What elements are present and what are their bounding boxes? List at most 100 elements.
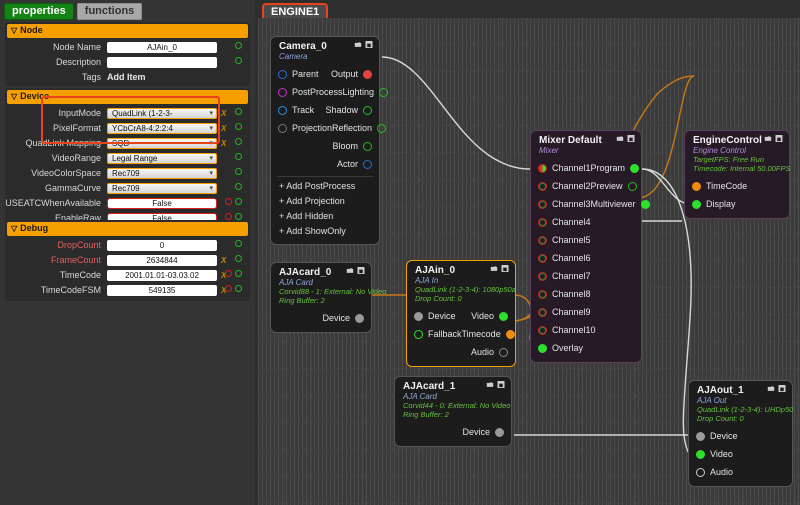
output-port-audio[interactable]: Audio	[471, 347, 508, 357]
camera-icon[interactable]	[486, 381, 494, 388]
save-icon[interactable]	[775, 135, 783, 142]
input-port-overlay[interactable]: Overlay	[538, 343, 583, 353]
input-port-audio[interactable]: Audio	[696, 467, 733, 477]
input-port-device[interactable]: Device	[696, 431, 738, 441]
status-dot-red[interactable]	[225, 213, 232, 220]
status-dot-green[interactable]	[235, 57, 242, 64]
output-port-output[interactable]: Output	[331, 69, 372, 79]
useatcwhenavailable-toggle[interactable]: False	[107, 198, 217, 209]
node-mixer-default[interactable]: Mixer Default Mixer Channel1 Program Cha…	[530, 130, 642, 363]
node-graph-canvas[interactable]: Camera_0 Camera Parent Output PostProces…	[258, 18, 800, 505]
input-port-channel8[interactable]: Channel8	[538, 289, 591, 299]
status-dot-green[interactable]	[235, 240, 242, 247]
reset-icon[interactable]: X	[221, 109, 227, 118]
videorange-select[interactable]: Legal Range▾	[107, 153, 217, 164]
output-port-multiviewer[interactable]: Multiviewer	[591, 199, 650, 209]
output-port-reflection[interactable]: Reflection	[332, 123, 386, 133]
camera-icon[interactable]	[346, 267, 354, 274]
input-port-channel2[interactable]: Channel2	[538, 181, 591, 191]
status-dot-green[interactable]	[235, 213, 242, 220]
save-icon[interactable]	[627, 135, 635, 142]
save-icon[interactable]	[501, 265, 509, 272]
status-dot-green[interactable]	[235, 168, 242, 175]
node-ajaout-1[interactable]: AJAout_1 AJA Out QuadLink (1-2-3-4): UHD…	[688, 380, 793, 487]
output-port-video[interactable]: Video	[471, 311, 508, 321]
status-dot-green[interactable]	[235, 270, 242, 277]
camera-icon[interactable]	[767, 385, 775, 392]
quadlink-mapping-select[interactable]: SQD▾	[107, 138, 217, 149]
framecount-value[interactable]: 2634844	[107, 255, 217, 266]
status-dot-green[interactable]	[235, 42, 242, 49]
add-hidden-button[interactable]: + Add Hidden	[271, 209, 379, 224]
output-port-device[interactable]: Device	[462, 427, 504, 437]
output-port-shadow[interactable]: Shadow	[325, 105, 372, 115]
status-dot-green[interactable]	[235, 285, 242, 292]
status-dot-green[interactable]	[235, 255, 242, 262]
camera-icon[interactable]	[764, 135, 772, 142]
input-port-channel6[interactable]: Channel6	[538, 253, 591, 263]
description-input[interactable]	[107, 57, 217, 68]
save-icon[interactable]	[357, 267, 365, 274]
camera-icon[interactable]	[354, 41, 362, 48]
status-dot-green[interactable]	[235, 123, 242, 130]
save-icon[interactable]	[365, 41, 373, 48]
camera-icon[interactable]	[616, 135, 624, 142]
group-header-debug[interactable]: ▽Debug	[7, 222, 248, 236]
status-dot-green[interactable]	[235, 108, 242, 115]
add-showonly-button[interactable]: + Add ShowOnly	[271, 224, 379, 239]
input-port-track[interactable]: Track	[278, 105, 314, 115]
inputmode-select[interactable]: QuadLink (1-2-3-▾	[107, 108, 217, 119]
input-port-channel5[interactable]: Channel5	[538, 235, 591, 245]
group-header-node[interactable]: ▽Node	[7, 24, 248, 38]
output-port-lighting[interactable]: Lighting	[343, 87, 389, 97]
add-projection-button[interactable]: + Add Projection	[271, 194, 379, 209]
input-port-channel7[interactable]: Channel7	[538, 271, 591, 281]
timecode-value[interactable]: 2001.01.01-03.03.02	[107, 270, 217, 281]
status-dot-green[interactable]	[235, 183, 242, 190]
input-port-postprocess[interactable]: PostProcess	[278, 87, 343, 97]
input-port-channel1[interactable]: Channel1	[538, 163, 591, 173]
output-port-program[interactable]: Program	[591, 163, 640, 173]
dropcount-value[interactable]: 0	[107, 240, 217, 251]
gammacurve-select[interactable]: Rec709▾	[107, 183, 217, 194]
output-port-timecode[interactable]: Timecode	[462, 329, 515, 339]
input-port-channel4[interactable]: Channel4	[538, 217, 591, 227]
input-port-channel10[interactable]: Channel10	[538, 325, 596, 335]
tags-add-item-button[interactable]: Add Item	[107, 72, 146, 82]
reset-icon[interactable]: X	[221, 256, 227, 265]
input-port-parent[interactable]: Parent	[278, 69, 319, 79]
timecodefsm-value[interactable]: 549135	[107, 285, 217, 296]
input-port-fallback[interactable]: Fallback	[414, 329, 462, 339]
save-icon[interactable]	[497, 381, 505, 388]
tab-functions[interactable]: functions	[77, 3, 143, 20]
input-port-channel3[interactable]: Channel3	[538, 199, 591, 209]
node-ajain-0[interactable]: AJAin_0 AJA In QuadLink (1-2-3-4): 1080p…	[406, 260, 516, 367]
output-port-bloom[interactable]: Bloom	[332, 141, 372, 151]
videocolorspace-select[interactable]: Rec709▾	[107, 168, 217, 179]
input-port-channel9[interactable]: Channel9	[538, 307, 591, 317]
reset-icon[interactable]: X	[221, 139, 227, 148]
add-postprocess-button[interactable]: + Add PostProcess	[271, 179, 379, 194]
node-ajacard-0[interactable]: AJAcard_0 AJA Card Corvid88 - 1: Externa…	[270, 262, 372, 333]
input-port-timecode[interactable]: TimeCode	[692, 181, 747, 191]
node-name-input[interactable]: AJAin_0	[107, 42, 217, 53]
output-port-actor[interactable]: Actor	[337, 159, 372, 169]
node-ajacard-1[interactable]: AJAcard_1 AJA Card Corvid44 - 0: Externa…	[394, 376, 512, 447]
node-camera-0[interactable]: Camera_0 Camera Parent Output PostProces…	[270, 36, 380, 245]
tab-properties[interactable]: properties	[4, 3, 74, 20]
node-engine-control[interactable]: EngineControl Engine Control TargetFPS: …	[684, 130, 790, 219]
status-dot-green[interactable]	[235, 138, 242, 145]
reset-icon[interactable]: X	[221, 124, 227, 133]
status-dot-green[interactable]	[235, 153, 242, 160]
input-port-projection[interactable]: Projection	[278, 123, 332, 133]
status-dot-red[interactable]	[225, 270, 232, 277]
save-icon[interactable]	[778, 385, 786, 392]
pixelformat-select[interactable]: YCbCrA8-4:2:2:4▾	[107, 123, 217, 134]
output-port-preview[interactable]: Preview	[591, 181, 637, 191]
status-dot-red[interactable]	[225, 285, 232, 292]
input-port-display[interactable]: Display	[692, 199, 736, 209]
output-port-device[interactable]: Device	[322, 313, 364, 323]
group-header-device[interactable]: ▽Device	[7, 90, 248, 104]
status-dot-green[interactable]	[235, 198, 242, 205]
input-port-device[interactable]: Device	[414, 311, 456, 321]
